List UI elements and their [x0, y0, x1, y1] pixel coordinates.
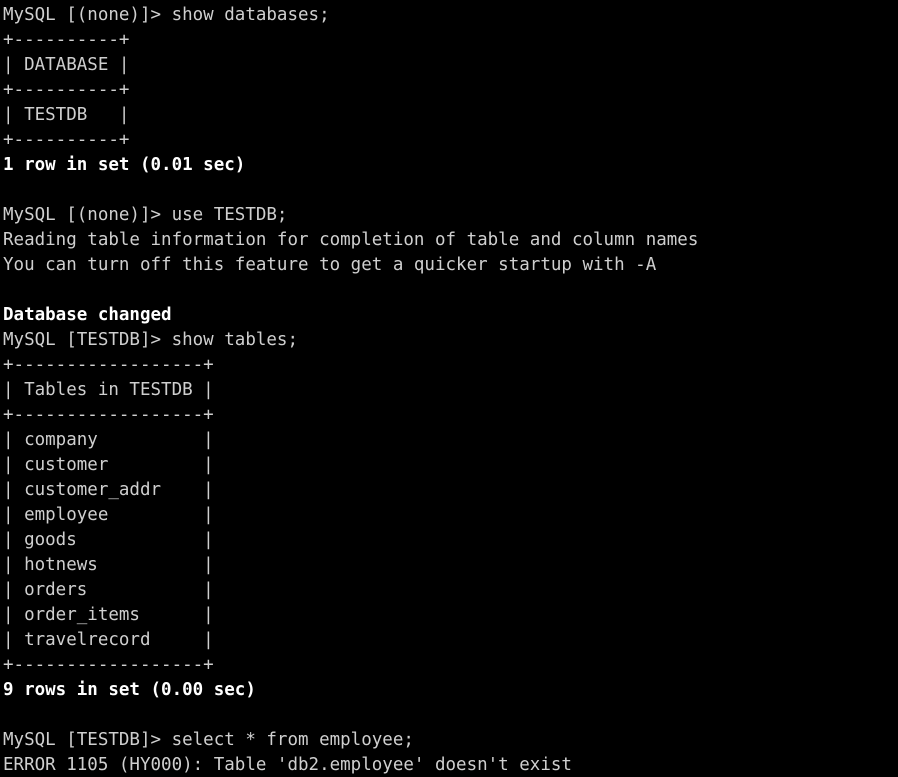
terminal-line-table-header: | DATABASE |	[3, 55, 130, 75]
terminal-line-table-header: | Tables in TESTDB |	[3, 380, 214, 400]
terminal-line-prompt: MySQL [(none)]> show databases;	[3, 5, 330, 25]
terminal-line-prompt: MySQL [(none)]> use TESTDB;	[3, 205, 288, 225]
terminal-line-table-row: | TESTDB |	[3, 105, 130, 125]
terminal-line-table-row: | hotnews |	[3, 555, 214, 575]
terminal-line-output: You can turn off this feature to get a q…	[3, 255, 657, 275]
terminal-line-table-border: +----------+	[3, 80, 130, 100]
terminal-line-table-row: | goods |	[3, 530, 214, 550]
terminal-line-table-border: +----------+	[3, 130, 130, 150]
terminal-line-status: 1 row in set (0.01 sec)	[3, 155, 246, 175]
terminal-line-table-row: | orders |	[3, 580, 214, 600]
terminal-line-table-border: +------------------+	[3, 355, 214, 375]
terminal-line-table-row: | customer |	[3, 455, 214, 475]
terminal-line-table-row: | employee |	[3, 505, 214, 525]
terminal-line-table-row: | customer_addr |	[3, 480, 214, 500]
terminal-line-status: 9 rows in set (0.00 sec)	[3, 680, 256, 700]
terminal-line-status: Database changed	[3, 305, 172, 325]
terminal-line-output: Reading table information for completion…	[3, 230, 699, 250]
terminal-line-table-row: | travelrecord |	[3, 630, 214, 650]
terminal-line-table-border: +------------------+	[3, 405, 214, 425]
terminal-line-table-row: | order_items |	[3, 605, 214, 625]
terminal-line-prompt: MySQL [TESTDB]> select * from employee;	[3, 730, 414, 750]
terminal-line-table-border: +------------------+	[3, 655, 214, 675]
terminal-screen[interactable]: MySQL [(none)]> show databases; +--------…	[0, 0, 898, 777]
terminal-line-error: ERROR 1105 (HY000): Table 'db2.employee'…	[3, 755, 572, 775]
terminal-line-table-row: | company |	[3, 430, 214, 450]
terminal-line-table-border: +----------+	[3, 30, 130, 50]
terminal-line-prompt: MySQL [TESTDB]> show tables;	[3, 330, 299, 350]
